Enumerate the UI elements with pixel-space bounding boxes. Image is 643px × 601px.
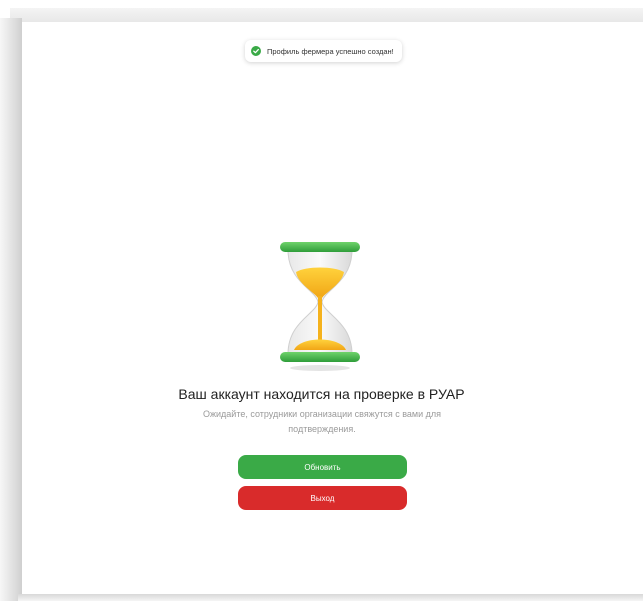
exit-button[interactable]: Выход xyxy=(238,486,407,510)
window-shadow-left xyxy=(0,18,22,601)
page-title: Ваш аккаунт находится на проверке в РУАР xyxy=(178,386,465,402)
refresh-button[interactable]: Обновить xyxy=(238,455,407,479)
app-window: Профиль фермера успешно создан! Ваш акка… xyxy=(0,0,643,601)
check-circle-icon xyxy=(251,46,261,56)
toast-message: Профиль фермера успешно создан! xyxy=(267,46,394,56)
window-shadow-bottom xyxy=(18,594,643,601)
window-shadow-top xyxy=(10,8,643,22)
hourglass-icon xyxy=(280,242,360,371)
success-toast[interactable]: Профиль фермера успешно создан! xyxy=(245,40,402,62)
page-subtitle: Ожидайте, сотрудники организации свяжутс… xyxy=(203,409,441,434)
